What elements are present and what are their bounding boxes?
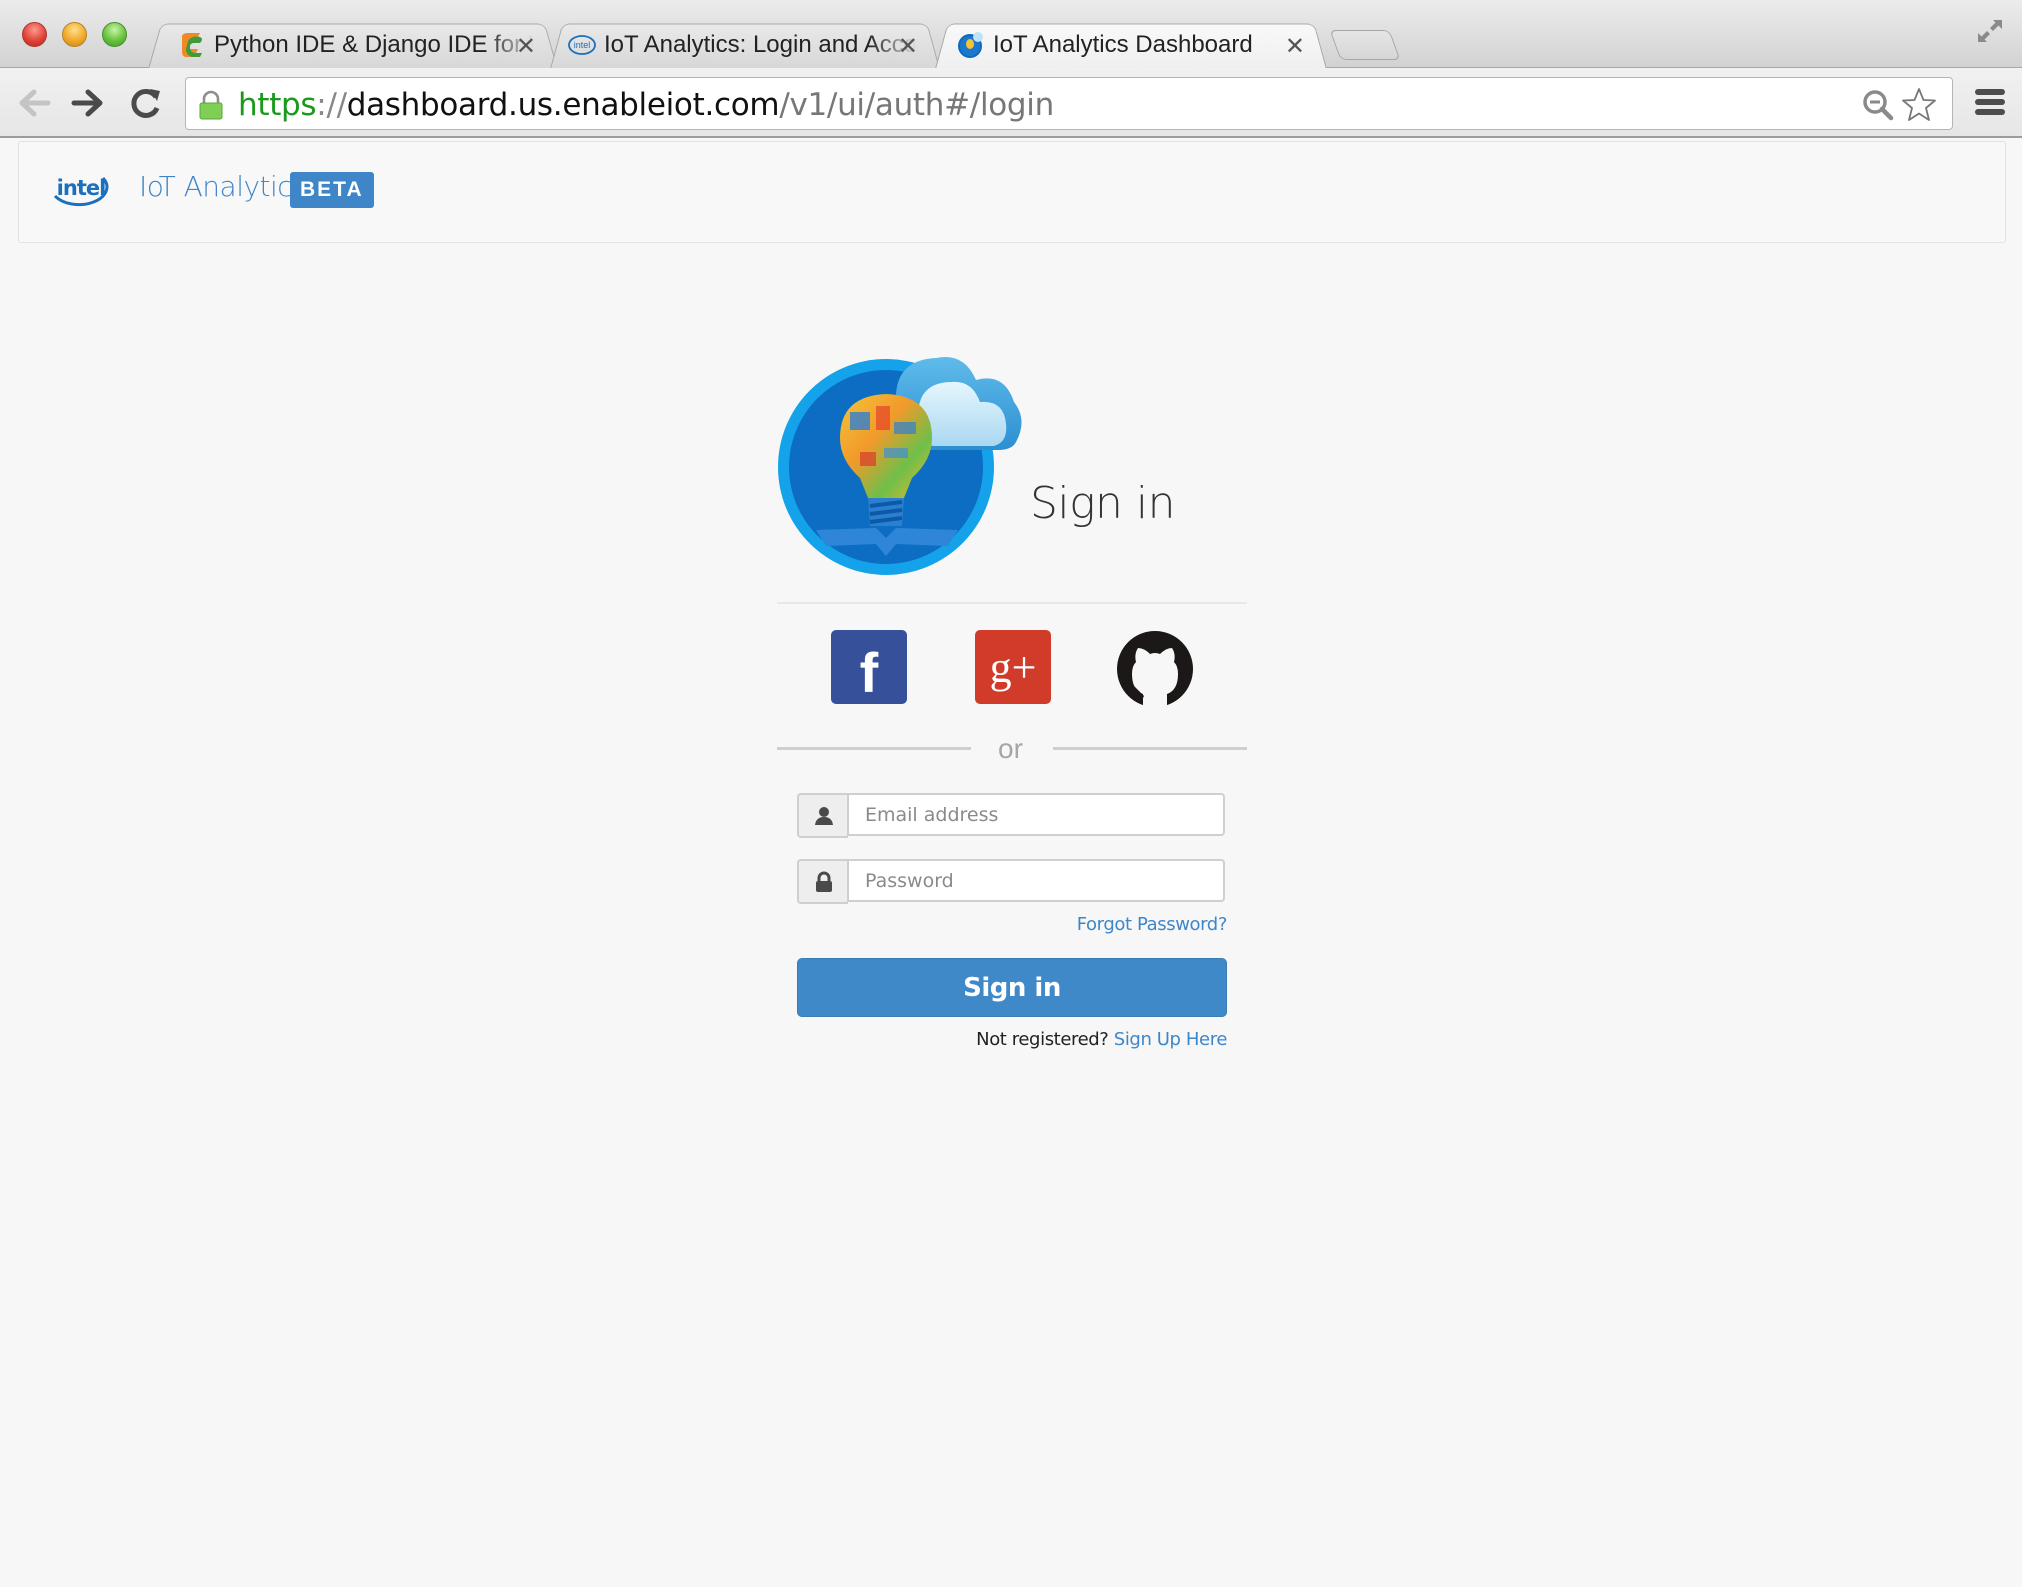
user-icon [814, 806, 833, 825]
sign-in-button[interactable]: Sign in [797, 958, 1227, 1017]
secure-lock-icon [199, 90, 223, 120]
facebook-icon: f [859, 640, 879, 704]
divider-left [777, 747, 971, 750]
zoom-out-icon[interactable] [1862, 89, 1894, 121]
tab-title: IoT Analytics Dashboard [993, 31, 1253, 58]
browser-tab-iot-login[interactable]: intel IoT Analytics: Login and Account ✕ [550, 20, 940, 69]
beta-badge: BETA [290, 172, 374, 208]
email-input-group [797, 793, 1225, 838]
github-login-button[interactable] [1116, 630, 1194, 708]
facebook-login-button[interactable]: f [831, 630, 907, 704]
lock-icon [815, 871, 832, 892]
tab-title: Python IDE & Django IDE for Web develope… [214, 31, 534, 58]
google-plus-icon: g+ [989, 642, 1037, 692]
window-zoom-button[interactable] [102, 22, 127, 47]
browser-toolbar: https://dashboard.us.enableiot.com/v1/ui… [0, 68, 2022, 138]
register-prompt-text: Not registered? [976, 1029, 1109, 1050]
app-header: intel IoT Analytics BETA [18, 141, 2006, 243]
password-input[interactable] [847, 859, 1225, 902]
iot-analytics-icon [958, 32, 983, 58]
register-prompt: Not registered? Sign Up Here [976, 1029, 1227, 1050]
forward-arrow-icon[interactable] [68, 83, 108, 123]
divider [777, 602, 1247, 604]
sign-up-link[interactable]: Sign Up Here [1114, 1029, 1228, 1050]
close-tab-icon[interactable]: ✕ [1285, 32, 1305, 61]
iot-analytics-logo [778, 356, 1022, 575]
window-minimize-button[interactable] [62, 22, 87, 47]
tab-title: IoT Analytics: Login and Account [604, 31, 916, 58]
browser-tab-iot-dashboard[interactable]: IoT Analytics Dashboard ✕ [935, 20, 1327, 69]
browser-tab-pycharm[interactable]: Python IDE & Django IDE for Web develope… [148, 20, 558, 69]
address-bar[interactable]: https://dashboard.us.enableiot.com/v1/ui… [185, 77, 1953, 130]
svg-text:intel: intel [574, 40, 591, 50]
google-plus-login-button[interactable]: g+ [975, 630, 1051, 704]
password-addon [797, 859, 848, 904]
svg-text:intel: intel [57, 176, 106, 200]
email-addon [797, 793, 848, 838]
fullscreen-icon[interactable] [1975, 16, 2005, 46]
browser-menu-icon[interactable] [1975, 89, 2005, 117]
or-divider-text: or [998, 733, 1023, 764]
pycharm-icon [182, 33, 202, 57]
intel-icon: intel [568, 35, 596, 55]
github-icon [1117, 631, 1193, 708]
divider-right [1053, 747, 1247, 750]
close-tab-icon[interactable]: ✕ [516, 32, 536, 61]
app-brand-title[interactable]: IoT Analytics [139, 170, 307, 203]
window-close-button[interactable] [22, 22, 47, 47]
browser-tab-strip: Python IDE & Django IDE for Web develope… [0, 0, 2022, 69]
sign-in-heading: Sign in [1030, 478, 1176, 529]
forgot-password-link[interactable]: Forgot Password? [1077, 914, 1228, 935]
bookmark-star-icon[interactable] [1900, 86, 1938, 124]
intel-logo[interactable]: intel [51, 170, 113, 214]
reload-icon[interactable] [126, 83, 166, 123]
new-tab-button[interactable] [1329, 30, 1401, 60]
close-tab-icon[interactable]: ✕ [898, 32, 918, 61]
back-arrow-icon[interactable] [14, 83, 54, 123]
url-text[interactable]: https://dashboard.us.enableiot.com/v1/ui… [238, 87, 1054, 123]
email-input[interactable] [847, 793, 1225, 836]
password-input-group [797, 859, 1225, 904]
